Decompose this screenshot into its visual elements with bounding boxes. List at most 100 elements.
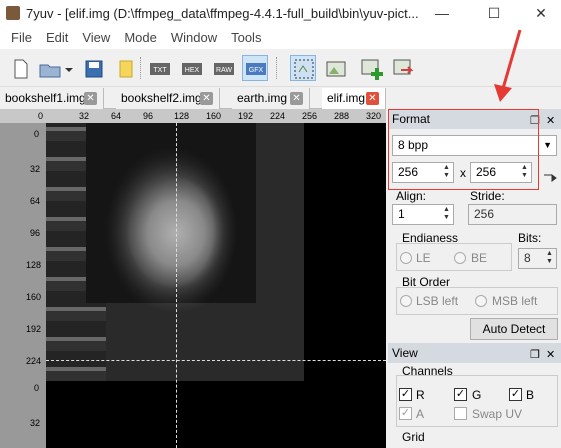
- b-label: B: [526, 388, 535, 402]
- msb-left-label: MSB left: [492, 294, 538, 308]
- spin-arrows-icon: ▲ ▼: [546, 250, 553, 265]
- height-value: 256: [476, 165, 497, 179]
- float-icon[interactable]: ❐: [530, 111, 540, 131]
- width-spinbox[interactable]: 256 ▲ ▼: [392, 162, 454, 183]
- window-title: 7yuv - [elif.img (D:\ffmpeg_data\ffmpeg-…: [26, 6, 419, 21]
- guide-line-vertical: [176, 123, 177, 448]
- image-viewport[interactable]: 0 32 64 96 128 160 192 224 256 288 320 0…: [0, 109, 386, 448]
- height-spinbox[interactable]: 256 ▲ ▼: [470, 162, 532, 183]
- width-value: 256: [398, 165, 419, 179]
- view-panel-header: View ❐ ✕: [388, 343, 561, 363]
- hex-mode-button[interactable]: HEX: [178, 55, 204, 81]
- spin-arrows-icon[interactable]: ▲ ▼: [441, 164, 452, 181]
- select-region-button[interactable]: [290, 55, 316, 81]
- swap-uv-checkbox: [454, 407, 467, 420]
- close-icon[interactable]: ✕: [546, 111, 555, 131]
- minimize-button[interactable]: —: [432, 4, 452, 22]
- auto-detect-button[interactable]: Auto Detect: [470, 318, 558, 340]
- tab-bar: bookshelf1.img ✕ bookshelf2.img ✕ earth.…: [0, 87, 386, 109]
- le-radio[interactable]: [400, 252, 412, 264]
- menu-bar: File Edit View Mode Window Tools: [0, 27, 561, 49]
- convert-image-icon: [393, 59, 414, 75]
- ruler-tick: 0: [38, 111, 44, 121]
- menu-file[interactable]: File: [4, 27, 39, 49]
- ruler-tick: 128: [174, 111, 190, 121]
- bits-label: Bits:: [518, 231, 542, 245]
- tab-earth[interactable]: earth.img ✕: [232, 88, 310, 109]
- menu-mode[interactable]: Mode: [117, 27, 164, 49]
- txt-icon: TXT: [150, 63, 170, 75]
- ruler-tick: 160: [26, 292, 42, 302]
- close-icon[interactable]: ✕: [200, 92, 213, 105]
- ruler-tick: 224: [26, 356, 42, 366]
- gfx-mode-button[interactable]: GFX: [242, 55, 268, 81]
- menu-tools[interactable]: Tools: [224, 27, 268, 49]
- crop-button[interactable]: [322, 55, 348, 81]
- format-panel-header: Format ❐ ✕: [388, 109, 561, 129]
- menu-window[interactable]: Window: [164, 27, 224, 49]
- guide-line-horizontal: [46, 360, 386, 361]
- tab-label: bookshelf1.img: [5, 91, 86, 105]
- tab-bookshelf1[interactable]: bookshelf1.img ✕: [0, 88, 104, 109]
- format-select[interactable]: 8 bpp ▼: [392, 135, 557, 156]
- convert-image-button[interactable]: [390, 55, 416, 81]
- ruler-tick: 224: [270, 111, 286, 121]
- size-separator: x: [460, 166, 466, 180]
- tab-bookshelf2[interactable]: bookshelf2.img ✕: [116, 88, 220, 109]
- vertical-ruler: 0 32 64 96 128 160 192 224 0 32: [0, 123, 46, 448]
- horizontal-ruler: 0 32 64 96 128 160 192 224 256 288 320: [0, 109, 386, 123]
- tab-label: elif.img: [327, 91, 366, 105]
- note-icon: [119, 60, 133, 78]
- g-checkbox[interactable]: ✓: [454, 388, 467, 401]
- g-label: G: [472, 388, 482, 402]
- side-panel: Format ❐ ✕ 8 bpp ▼ 256 ▲ ▼ x 256 ▲ ▼ Align…: [388, 109, 561, 448]
- tab-label: bookshelf2.img: [121, 91, 202, 105]
- raw-mode-button[interactable]: RAW: [210, 55, 236, 81]
- bits-spinbox: 8 ▲ ▼: [518, 248, 557, 269]
- open-file-button[interactable]: [36, 55, 62, 81]
- new-file-icon: [14, 59, 28, 79]
- app-icon: [6, 6, 20, 20]
- menu-view[interactable]: View: [75, 27, 117, 49]
- ruler-tick: 0: [34, 383, 40, 393]
- ruler-tick: 96: [30, 228, 41, 238]
- close-icon[interactable]: ✕: [366, 92, 379, 105]
- stride-label: Stride:: [470, 189, 505, 203]
- msb-left-radio[interactable]: [475, 295, 487, 307]
- title-bar: 7yuv - [elif.img (D:\ffmpeg_data\ffmpeg-…: [0, 0, 561, 27]
- spin-arrows-icon[interactable]: ▲ ▼: [441, 206, 452, 223]
- note-button[interactable]: [112, 55, 138, 81]
- be-radio[interactable]: [454, 252, 466, 264]
- close-icon[interactable]: ✕: [290, 92, 303, 105]
- new-file-button[interactable]: [6, 55, 32, 81]
- chevron-down-icon: [65, 68, 73, 72]
- close-window-button[interactable]: ✕: [531, 4, 551, 22]
- tab-elif[interactable]: elif.img ✕: [322, 88, 386, 109]
- save-icon: [85, 60, 103, 78]
- add-image-button[interactable]: [358, 55, 384, 81]
- a-label: A: [416, 407, 425, 421]
- align-spinbox[interactable]: 1 ▲ ▼: [392, 204, 454, 225]
- ruler-tick: 160: [206, 111, 222, 121]
- close-icon[interactable]: ✕: [84, 92, 97, 105]
- save-button[interactable]: [80, 55, 106, 81]
- bits-value: 8: [524, 251, 531, 265]
- float-icon[interactable]: ❐: [530, 345, 540, 365]
- txt-mode-button[interactable]: TXT: [146, 55, 172, 81]
- open-recent-dropdown[interactable]: [62, 55, 74, 81]
- size-menu-button[interactable]: [542, 165, 558, 183]
- stride-field: 256: [468, 204, 557, 225]
- b-checkbox[interactable]: ✓: [509, 388, 522, 401]
- r-checkbox[interactable]: ✓: [399, 388, 412, 401]
- spin-arrows-icon[interactable]: ▲ ▼: [519, 164, 530, 181]
- ruler-tick: 32: [30, 418, 41, 428]
- lsb-left-radio[interactable]: [400, 295, 412, 307]
- menu-edit[interactable]: Edit: [39, 27, 75, 49]
- crop-icon: [326, 61, 346, 77]
- folder-icon: [39, 64, 61, 78]
- align-value: 1: [398, 207, 405, 221]
- close-icon[interactable]: ✕: [546, 345, 555, 365]
- maximize-button[interactable]: ☐: [484, 4, 504, 22]
- hex-label: HEX: [185, 67, 200, 74]
- tab-label: earth.img: [237, 91, 288, 105]
